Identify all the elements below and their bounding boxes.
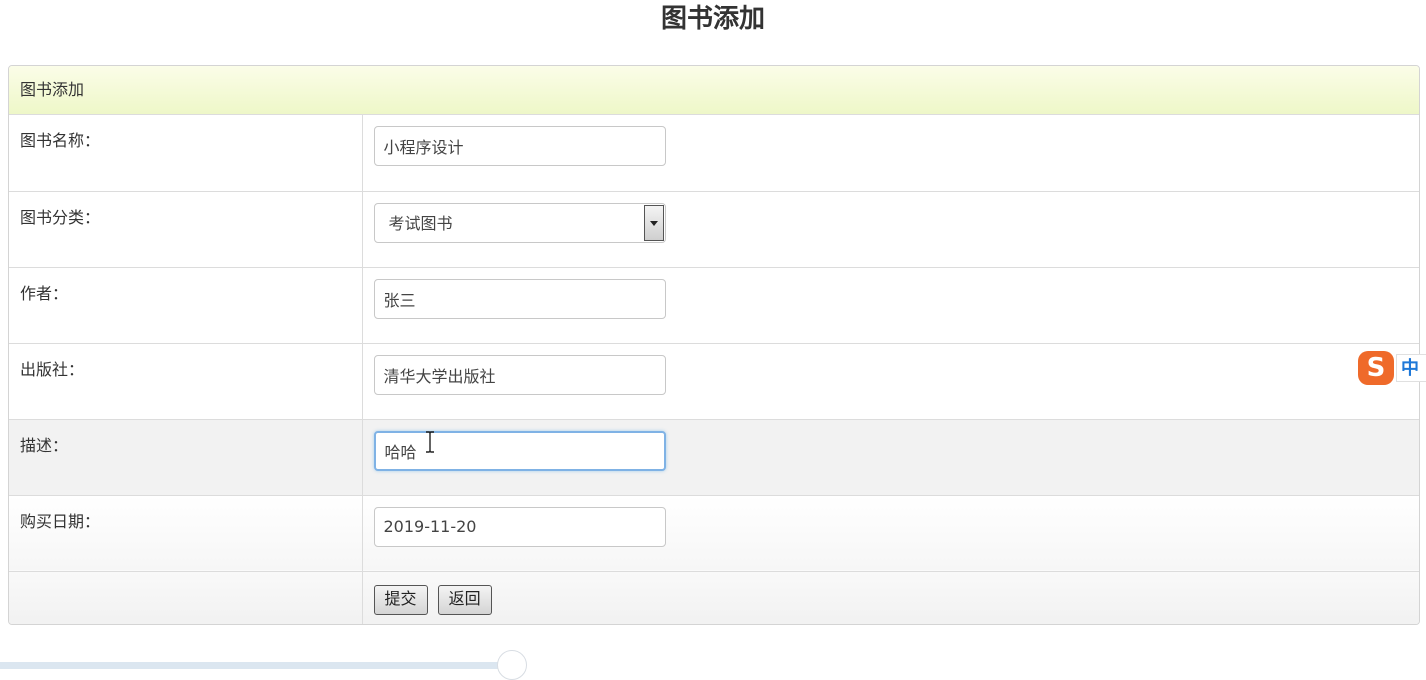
form-row-name: 图书名称： (9, 115, 1419, 192)
book-name-input[interactable] (373, 126, 666, 166)
description-label: 描述： (9, 419, 363, 496)
form-row-category: 图书分类： 考试图书 (9, 191, 1419, 268)
actions-label-cell (9, 571, 363, 624)
purchase-date-label: 购买日期： (9, 495, 363, 572)
horizontal-scrollbar[interactable] (0, 650, 1426, 680)
form-row-publisher: 出版社： (9, 343, 1419, 420)
form-row-author: 作者： (9, 267, 1419, 344)
text-cursor-icon (426, 431, 434, 453)
book-form: 图书名称： 图书分类： 考试图书 作者： 出版社： (9, 115, 1419, 624)
form-row-purchase-date: 购买日期： (9, 495, 1419, 572)
book-add-panel: 图书添加 图书名称： 图书分类： 考试图书 作者： 出版社： (8, 65, 1420, 625)
book-category-label: 图书分类： (9, 191, 363, 268)
page-title: 图书添加 (660, 4, 765, 34)
purchase-date-input[interactable] (373, 506, 666, 547)
scrollbar-thumb[interactable] (0, 662, 505, 669)
submit-button[interactable]: 提交 (373, 584, 428, 615)
ime-status-badge[interactable]: 中 S (1356, 350, 1426, 386)
book-category-value: 考试图书 (388, 213, 453, 233)
publisher-input[interactable] (373, 354, 666, 395)
book-category-select[interactable]: 考试图书 (373, 202, 666, 243)
book-name-label: 图书名称： (9, 115, 363, 192)
panel-header: 图书添加 (9, 66, 1419, 115)
author-label: 作者： (9, 267, 363, 344)
sogou-ime-icon: S (1358, 351, 1394, 385)
description-input[interactable] (373, 430, 666, 471)
publisher-label: 出版社： (9, 343, 363, 420)
ime-mode-indicator[interactable]: 中 (1396, 354, 1426, 382)
author-input[interactable] (373, 278, 666, 319)
back-button[interactable]: 返回 (437, 584, 492, 615)
scrollbar-handle[interactable] (497, 650, 527, 680)
form-row-description: 描述： (9, 419, 1419, 496)
chevron-down-icon[interactable] (643, 204, 664, 241)
form-actions-row: 提交 返回 (9, 571, 1419, 624)
